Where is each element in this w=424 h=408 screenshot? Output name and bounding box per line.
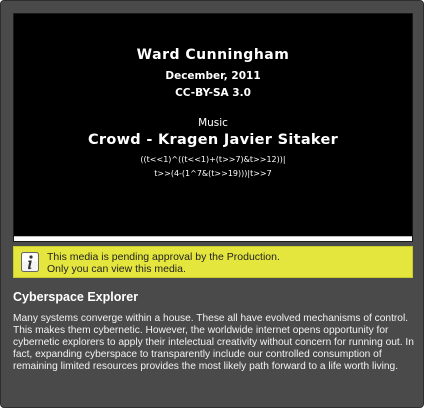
video-code-line-1: ((t<<1)^((t<<1)+(t>>7)&t>>12))| [140, 155, 286, 164]
pending-approval-notice: This media is pending approval by the Pr… [13, 246, 413, 278]
video-date-text: December, 2011 [165, 70, 261, 82]
video-player[interactable]: Ward Cunningham December, 2011 CC-BY-SA … [13, 13, 413, 242]
video-progress-bar[interactable] [14, 236, 412, 241]
notice-line-1: This media is pending approval by the Pr… [47, 251, 280, 263]
info-icon [21, 252, 39, 272]
video-track-text: Crowd - Kragen Javier Sitaker [87, 132, 339, 148]
video-license-text: CC-BY-SA 3.0 [175, 87, 251, 99]
media-card: Ward Cunningham December, 2011 CC-BY-SA … [0, 0, 424, 408]
media-description: Many systems converge within a house. Th… [13, 313, 414, 373]
video-author-text: Ward Cunningham [136, 47, 290, 63]
video-music-label: Music [198, 117, 228, 129]
media-title: Cyberspace Explorer [13, 290, 139, 304]
notice-line-2: Only you can view this media. [47, 263, 186, 275]
video-code-line-2: t>>(4-(1^7&(t>>19)))|t>>7 [154, 169, 272, 178]
